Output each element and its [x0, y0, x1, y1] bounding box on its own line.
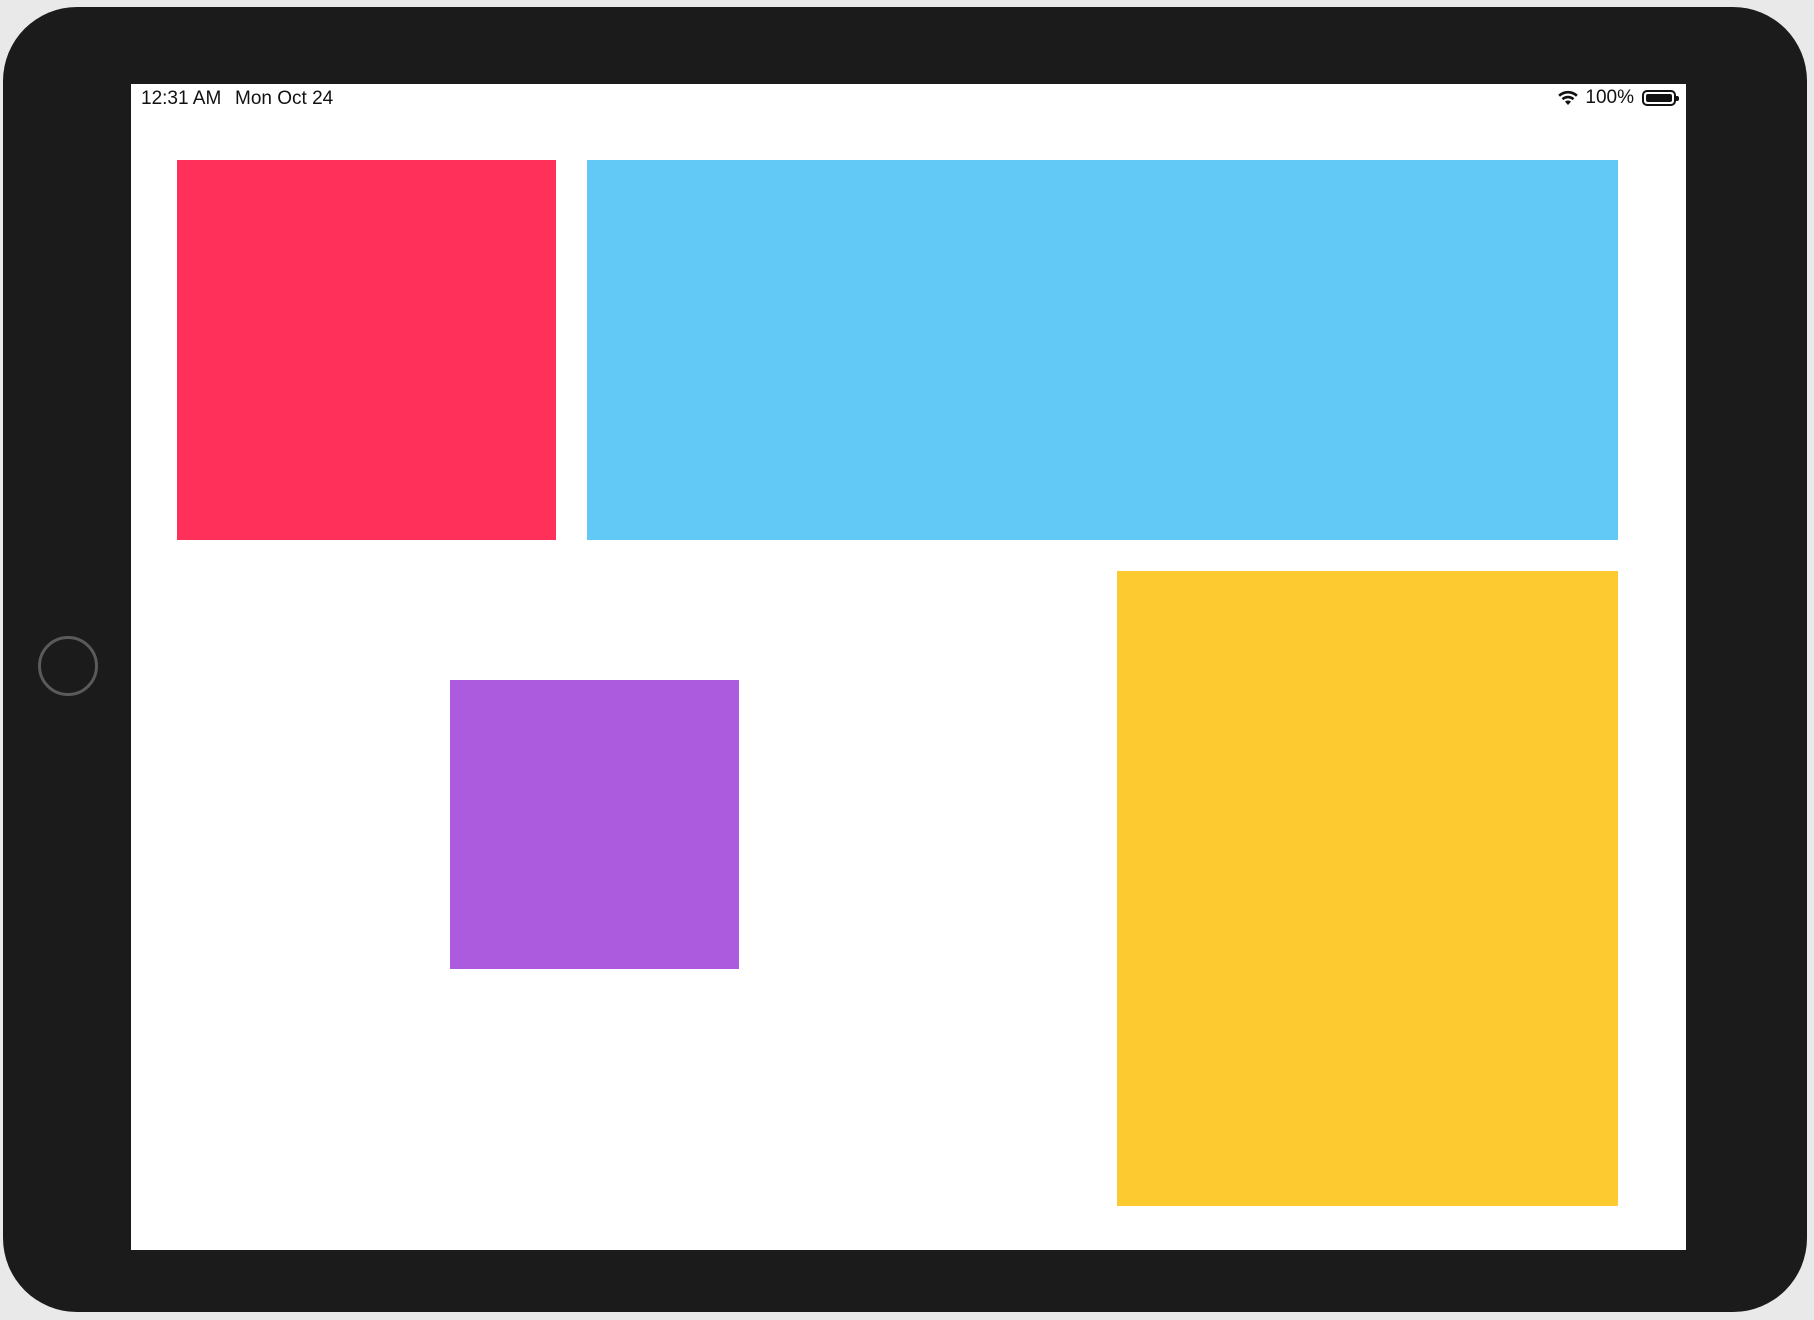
status-bar: 12:31 AM Mon Oct 24 100%: [131, 84, 1686, 114]
screen: 12:31 AM Mon Oct 24 100%: [131, 84, 1686, 1250]
blue-block: [587, 160, 1618, 540]
status-indicators: 100%: [1557, 87, 1679, 109]
home-button[interactable]: [38, 636, 98, 696]
purple-block: [450, 680, 739, 969]
red-block: [177, 160, 556, 540]
ipad-device-frame: 12:31 AM Mon Oct 24 100%: [3, 7, 1807, 1312]
status-date: Mon Oct 24: [235, 88, 334, 109]
battery-icon: [1642, 90, 1679, 106]
status-time: 12:31 AM: [141, 88, 222, 109]
yellow-block: [1117, 571, 1618, 1206]
battery-fill: [1646, 94, 1672, 102]
wifi-icon: [1557, 90, 1579, 106]
battery-percentage: 100%: [1585, 87, 1634, 108]
battery-cap: [1676, 96, 1679, 101]
